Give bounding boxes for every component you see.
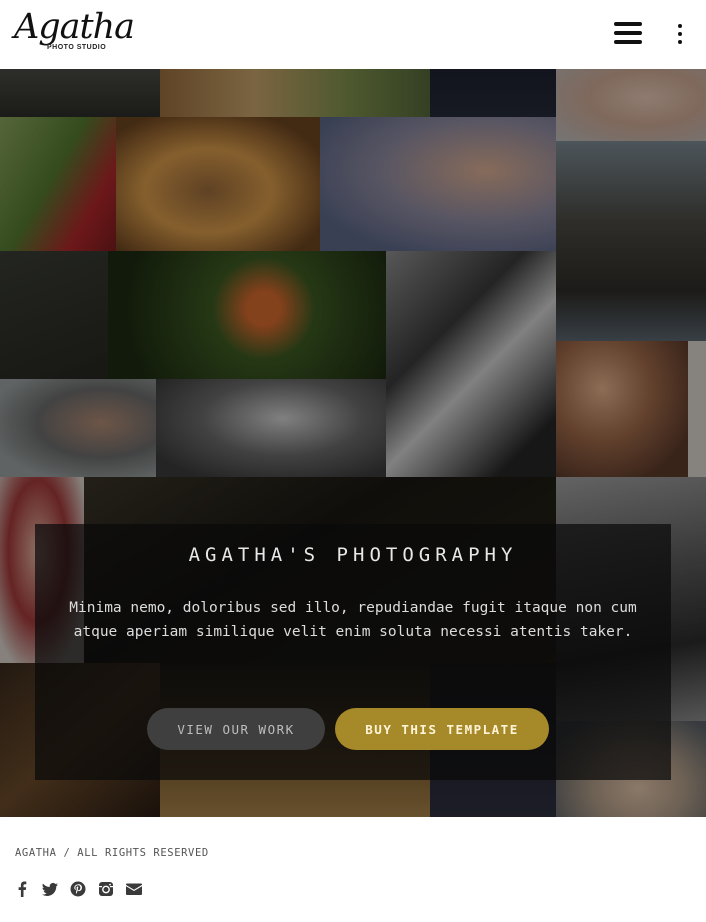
hero-photo-mosaic: AGATHA'S PHOTOGRAPHY Minima nemo, dolori…: [0, 69, 706, 817]
site-logo[interactable]: Agatha PHOTO STUDIO: [14, 8, 135, 60]
buy-template-button[interactable]: BUY THIS TEMPLATE: [335, 708, 549, 750]
instagram-icon[interactable]: [98, 881, 114, 897]
logo-wordmark: Agatha: [14, 7, 135, 47]
hero-card: AGATHA'S PHOTOGRAPHY Minima nemo, dolori…: [35, 524, 671, 780]
logo-subtitle: PHOTO STUDIO: [47, 44, 107, 51]
view-our-work-button[interactable]: VIEW OUR WORK: [147, 708, 325, 750]
hero-description: Minima nemo, doloribus sed illo, repudia…: [69, 600, 637, 640]
mail-icon[interactable]: [126, 881, 142, 897]
hamburger-menu-icon[interactable]: [614, 22, 642, 46]
pinterest-icon[interactable]: [70, 881, 86, 897]
site-header: Agatha PHOTO STUDIO: [0, 0, 706, 69]
hero-title: AGATHA'S PHOTOGRAPHY: [188, 544, 518, 566]
more-options-icon[interactable]: [672, 24, 688, 46]
footer-copyright: AGATHA / ALL RIGHTS RESERVED: [15, 847, 209, 859]
social-links: [14, 881, 142, 897]
facebook-icon[interactable]: [14, 881, 30, 897]
twitter-icon[interactable]: [42, 881, 58, 897]
